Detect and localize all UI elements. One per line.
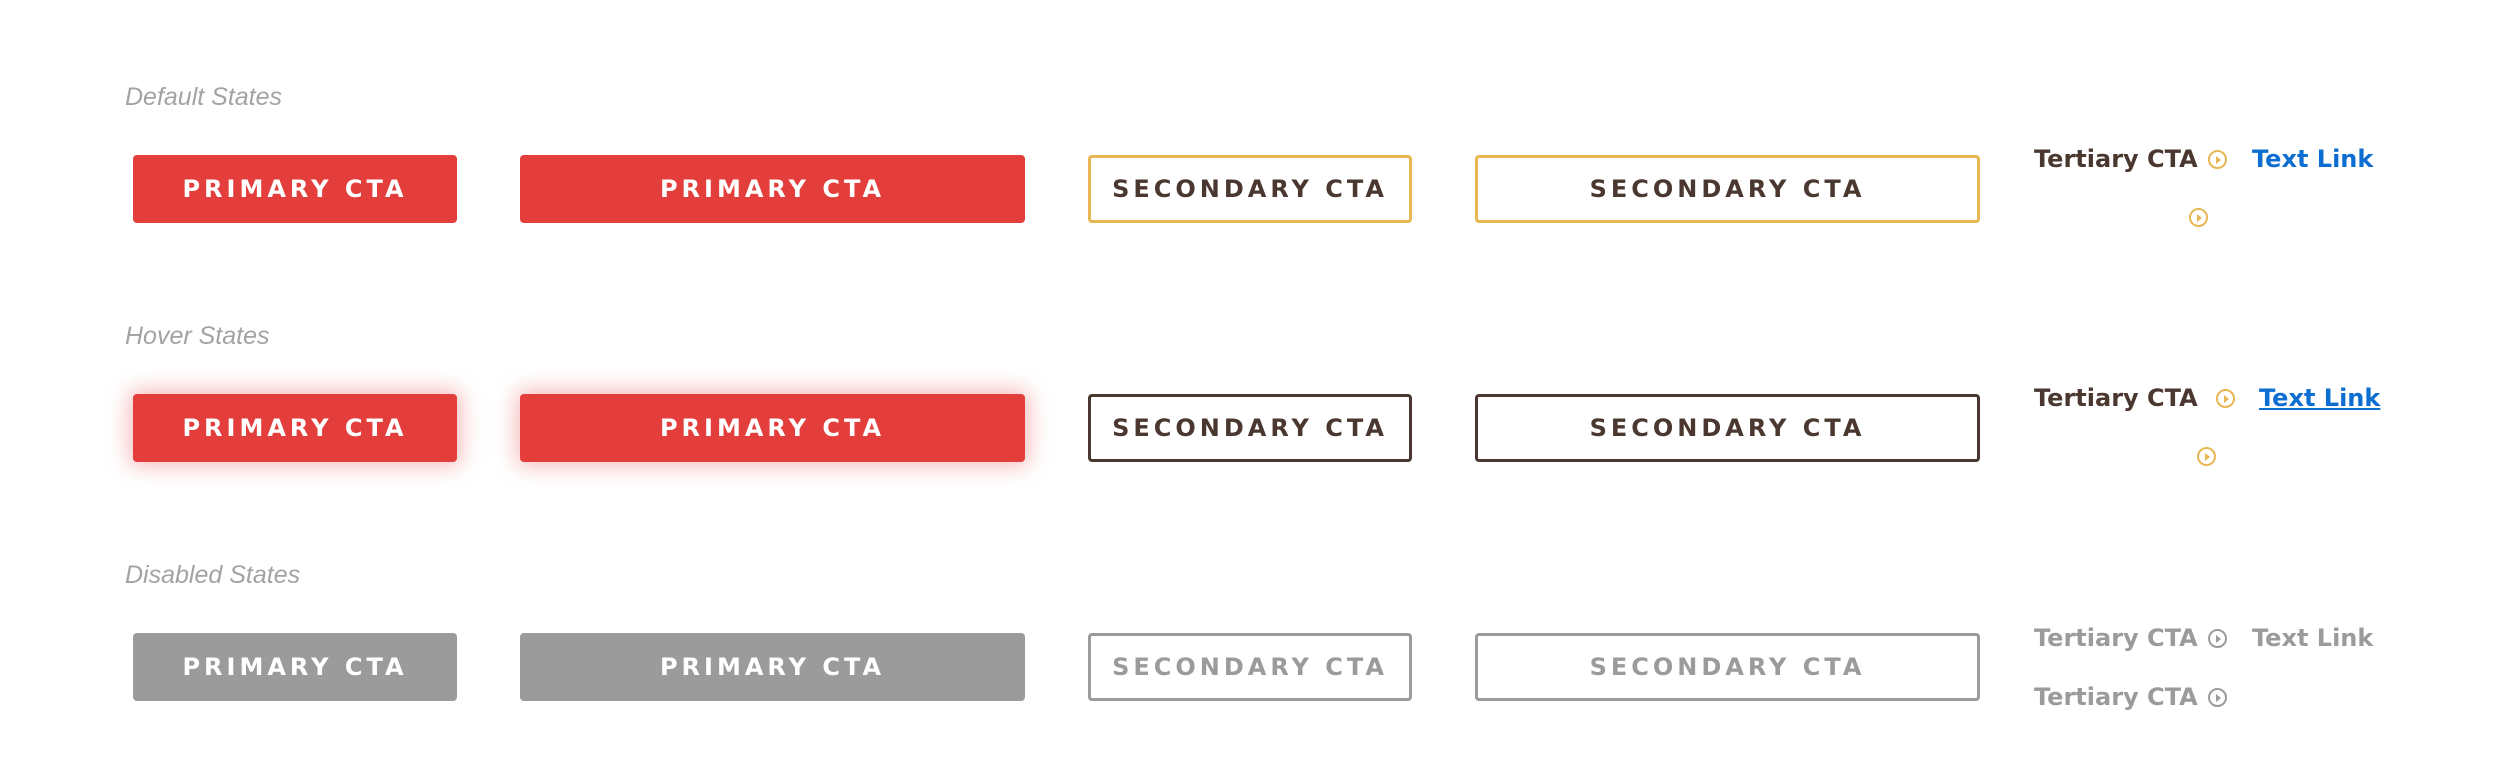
primary-cta-button-wide-default[interactable]: PRIMARY CTA: [520, 155, 1025, 223]
primary-cta-button-default[interactable]: PRIMARY CTA: [133, 155, 457, 223]
primary-cta-button-hover[interactable]: PRIMARY CTA: [133, 394, 457, 462]
secondary-cta-button-disabled: SECONDARY CTA: [1088, 633, 1412, 701]
hover-states-label: Hover States: [125, 322, 270, 350]
tertiary-cta-disabled: Tertiary CTA: [2034, 624, 2227, 652]
tertiary-cta-label: Tertiary CTA: [2034, 683, 2198, 711]
tertiary-cta-hover[interactable]: Tertiary CTA: [2034, 384, 2235, 412]
default-states-label: Default States: [125, 83, 283, 111]
secondary-cta-button-wide-hover[interactable]: SECONDARY CTA: [1475, 394, 1980, 462]
tertiary-cta-default[interactable]: Tertiary CTA: [2034, 145, 2227, 173]
secondary-cta-button-hover[interactable]: SECONDARY CTA: [1088, 394, 1412, 462]
secondary-cta-button-default[interactable]: SECONDARY CTA: [1088, 155, 1412, 223]
disabled-states-label: Disabled States: [125, 561, 301, 589]
text-link-disabled: Text Link: [2252, 624, 2374, 652]
secondary-cta-button-wide-default[interactable]: SECONDARY CTA: [1475, 155, 1980, 223]
circle-arrow-right-icon: [2207, 628, 2227, 648]
tertiary-cta-label: Tertiary CTA: [2034, 145, 2198, 173]
circle-arrow-right-icon: [2207, 149, 2227, 169]
text-link-default[interactable]: Text Link: [2252, 145, 2373, 173]
tertiary-cta-disabled-second: Tertiary CTA: [2034, 683, 2227, 711]
circle-arrow-right-icon: [2215, 388, 2235, 408]
primary-cta-button-wide-disabled: PRIMARY CTA: [520, 633, 1025, 701]
circle-arrow-right-icon[interactable]: [2189, 208, 2208, 227]
primary-cta-button-wide-hover[interactable]: PRIMARY CTA: [520, 394, 1025, 462]
tertiary-cta-label: Tertiary CTA: [2034, 384, 2198, 412]
circle-arrow-right-icon: [2207, 687, 2227, 707]
tertiary-cta-label: Tertiary CTA: [2034, 624, 2198, 652]
circle-arrow-right-icon[interactable]: [2197, 447, 2216, 466]
text-link-hover[interactable]: Text Link: [2259, 384, 2380, 412]
primary-cta-button-disabled: PRIMARY CTA: [133, 633, 457, 701]
secondary-cta-button-wide-disabled: SECONDARY CTA: [1475, 633, 1980, 701]
